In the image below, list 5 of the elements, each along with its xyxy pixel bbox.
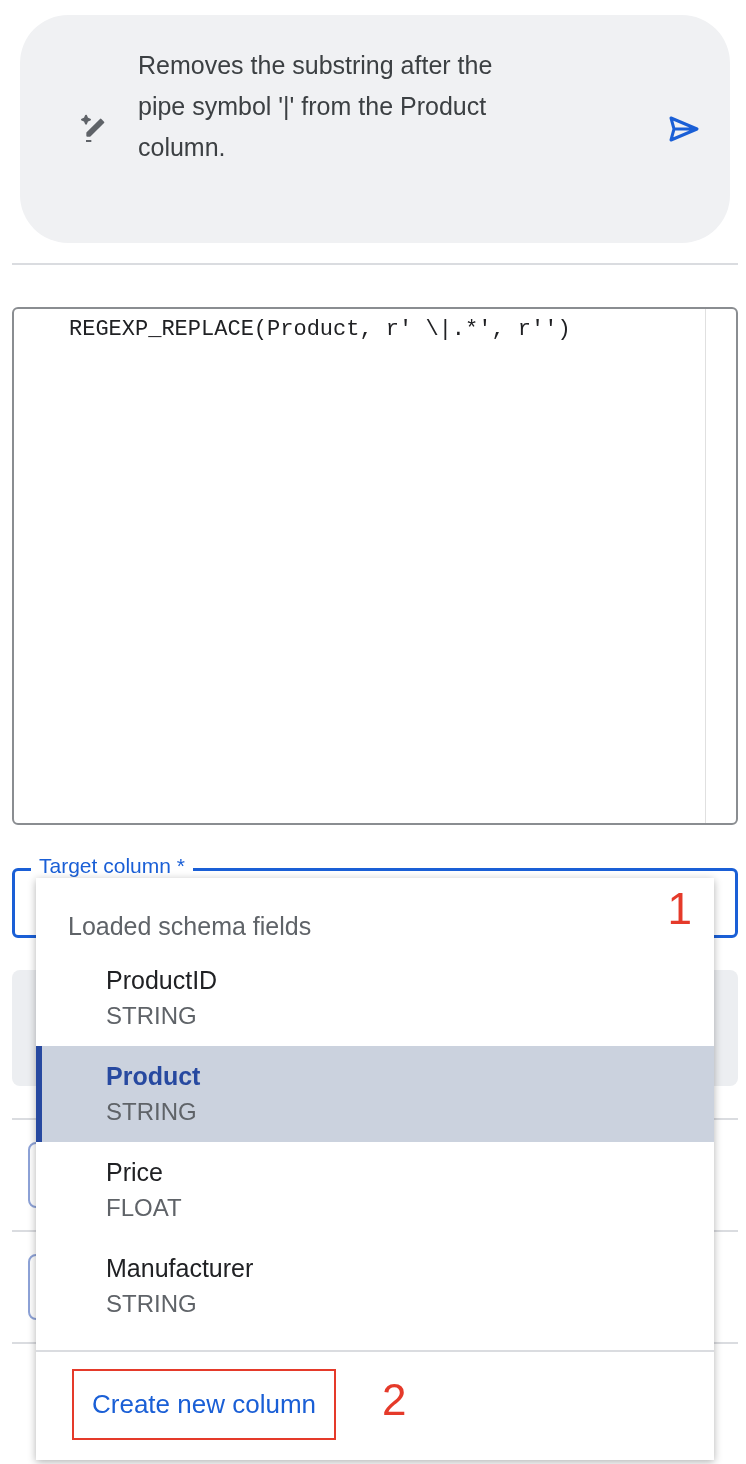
annotation-number: 1 bbox=[667, 884, 692, 934]
menu-header: Loaded schema fields bbox=[68, 912, 312, 941]
prompt-text: Removes the substring after the pipe symbol '|' from the Product column. bbox=[138, 49, 494, 163]
annotation-number: 2 bbox=[382, 1375, 407, 1425]
code-line: REGEXP_REPLACE(Product, r' \|.*', r'') bbox=[68, 316, 572, 344]
